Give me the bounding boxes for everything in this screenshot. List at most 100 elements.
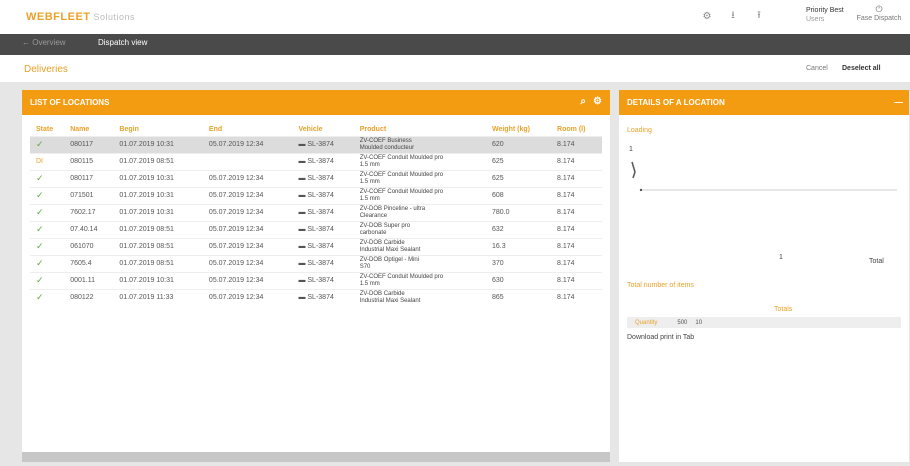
- brand-name: WEBFLEET: [26, 11, 91, 23]
- product-line: S70: [359, 263, 371, 270]
- weight-cell: 632: [485, 220, 552, 238]
- state-cell: ✓: [30, 220, 65, 238]
- product-text: ZV-DOB Optigel - Mini S70: [360, 257, 486, 271]
- table-row[interactable]: ✓ 080122 01.07.2019 11:33 05.07.2019 12:34 ▬…: [30, 288, 602, 306]
- chart-x-mid: 1: [779, 254, 783, 261]
- table-row[interactable]: ✓ 080117 01.07.2019 10:31 05.07.2019 12:34 ▬…: [30, 169, 602, 187]
- product-line: 1.5 mm: [359, 195, 380, 202]
- product-text: ZV-COEF Conduit Moulded pro 1.5 mm: [360, 274, 486, 288]
- product-line: ZV-COEF Conduit Moulded pro: [359, 171, 444, 178]
- vehicle-label: SL-3874: [307, 192, 334, 199]
- column-header[interactable]: Begin: [113, 123, 203, 136]
- column-header[interactable]: Weight (kg): [486, 123, 551, 136]
- table-row[interactable]: ✓ 061070 01.07.2019 08:51 05.07.2019 12:34 ▬…: [30, 237, 602, 255]
- vehicle-label: SL-3874: [307, 141, 334, 148]
- product-line: carbonate: [359, 229, 387, 236]
- weight-cell: 625: [485, 169, 552, 187]
- column-header[interactable]: Vehicle: [292, 123, 353, 136]
- chart-point: [639, 188, 643, 192]
- table-row[interactable]: ✓ 071501 01.07.2019 10:31 05.07.2019 12:34 ▬…: [30, 186, 602, 204]
- end-cell: 05.07.2019 12:34: [202, 271, 293, 289]
- horizontal-scrollbar[interactable]: [22, 452, 610, 462]
- column-header[interactable]: State: [30, 123, 64, 136]
- name-cell: 080115: [64, 152, 114, 170]
- logout-button[interactable]: ⏻ Fase Dispatch: [855, 5, 903, 23]
- state-cell: ✓: [30, 271, 65, 289]
- end-cell: 05.07.2019 12:34: [202, 169, 293, 187]
- state-cell: ✓: [30, 186, 65, 204]
- table-row[interactable]: ✓ 07.40.14 01.07.2019 08:51 05.07.2019 12:3…: [30, 220, 602, 238]
- product-cell: ZV-DOB Pinceline - ultra Clearance: [353, 203, 486, 221]
- product-cell: ZV-COEF Conduit Moulded pro 1.5 mm: [353, 169, 486, 187]
- vehicle-label: SL-3874: [307, 158, 334, 165]
- name-cell: 07.40.14: [64, 220, 114, 238]
- column-header[interactable]: Room (l): [551, 123, 602, 136]
- user-menu[interactable]: Priority Best Users: [806, 6, 844, 24]
- column-header[interactable]: Product: [354, 123, 486, 136]
- product-line: ZV-DOB Pinceline - ultra: [359, 205, 426, 212]
- back-link[interactable]: ← Overview: [22, 38, 66, 47]
- begin-cell: 01.07.2019 08:51: [113, 152, 203, 170]
- weight-cell: 16.3: [485, 237, 552, 255]
- end-cell: 05.07.2019 12:34: [202, 203, 293, 221]
- product-line: 1.5 mm: [359, 161, 380, 168]
- table-row[interactable]: ✓ 080117 01.07.2019 10:31 05.07.2019 12:34 ▬…: [30, 135, 602, 153]
- name-cell: 0001.11: [64, 271, 114, 289]
- product-text: ZV-COEF Business Moulded conducteur: [360, 138, 486, 152]
- vehicle-cell: ▬ SL-3874: [292, 152, 354, 170]
- deselect-all-button[interactable]: Deselect all: [842, 65, 881, 72]
- column-header[interactable]: End: [203, 123, 293, 136]
- locations-panel: LIST OF LOCATIONS ⌕ ⚙ State Name Begin End V…: [22, 90, 610, 462]
- totals-cell: 10: [695, 319, 703, 326]
- end-cell: 05.07.2019 12:34: [202, 220, 293, 238]
- product-text: ZV-DOB Pinceline - ultra Clearance: [360, 206, 486, 220]
- room-cell: 8.174: [551, 237, 602, 255]
- state-cell: ✓: [30, 169, 65, 187]
- table-body: ✓ 080117 01.07.2019 10:31 05.07.2019 12:34 ▬…: [30, 135, 602, 306]
- table-row[interactable]: ✓ 7605.4 01.07.2019 08:51 05.07.2019 12:34 ▬…: [30, 254, 602, 272]
- table-row[interactable]: ✓ 0001.11 01.07.2019 10:31 05.07.2019 12:34…: [30, 271, 602, 289]
- settings-icon[interactable]: ⚙: [701, 10, 713, 22]
- gear-icon[interactable]: ⚙: [593, 96, 602, 107]
- state-cell: ✓: [30, 254, 65, 272]
- room-cell: 8.174: [551, 271, 602, 289]
- table-row[interactable]: DI 080115 01.07.2019 08:51 ▬ SL-3874 ZV-COEF…: [30, 152, 602, 170]
- product-line: ZV-COEF Business: [359, 137, 412, 144]
- product-line: Clearance: [359, 212, 388, 219]
- product-line: ZV-DOB Carbide: [359, 239, 405, 246]
- upload-icon[interactable]: ⭱: [753, 10, 765, 22]
- weight-cell: 865: [485, 288, 552, 306]
- brand-sub: Solutions: [93, 12, 136, 22]
- state-cell: ✓: [30, 203, 65, 221]
- expand-icon[interactable]: —: [894, 97, 903, 107]
- vehicle-cell: ▬ SL-3874: [292, 288, 354, 306]
- room-cell: 8.174: [551, 288, 602, 306]
- breadcrumb[interactable]: Dispatch view: [98, 38, 147, 47]
- top-bar: WEBFLEET Solutions ⚙ ⭳ ⭱ Priority Best Us…: [0, 0, 910, 34]
- vehicle-cell: ▬ SL-3874: [292, 169, 354, 187]
- begin-cell: 01.07.2019 10:31: [113, 135, 203, 153]
- product-text: ZV-DOB Carbide Industrial Maxi Sealant: [360, 240, 486, 254]
- cancel-button[interactable]: Cancel: [806, 65, 828, 72]
- begin-cell: 01.07.2019 10:31: [113, 186, 203, 204]
- product-cell: ZV-DOB Carbide Industrial Maxi Sealant: [353, 237, 486, 255]
- state-cell: ✓: [30, 288, 65, 306]
- app-logo[interactable]: WEBFLEET Solutions: [26, 11, 135, 23]
- search-icon[interactable]: ⌕: [580, 96, 586, 107]
- end-cell: 05.07.2019 12:34: [202, 186, 293, 204]
- column-header[interactable]: Name: [64, 123, 113, 136]
- vehicle-cell: ▬ SL-3874: [292, 254, 354, 272]
- weight-cell: 780.0: [485, 203, 552, 221]
- product-line: Industrial Maxi Sealant: [359, 297, 421, 304]
- room-cell: 8.174: [551, 152, 602, 170]
- product-line: ZV-COEF Conduit Moulded pro: [359, 273, 444, 280]
- table-header-row: State Name Begin End Vehicle Product Weight (k…: [30, 123, 602, 136]
- vehicle-label: SL-3874: [307, 294, 334, 302]
- end-cell: [202, 152, 293, 170]
- details-panel: DETAILS OF A LOCATION — Loading 1 1 Tota…: [619, 90, 909, 462]
- locations-panel-header: LIST OF LOCATIONS ⌕ ⚙: [22, 90, 610, 115]
- table-row[interactable]: ✓ 7602.17 01.07.2019 10:31 05.07.2019 12:34…: [30, 203, 602, 221]
- download-link[interactable]: Download print in Tab: [627, 334, 694, 341]
- begin-cell: 01.07.2019 08:51: [113, 237, 203, 255]
- download-icon[interactable]: ⭳: [727, 10, 739, 22]
